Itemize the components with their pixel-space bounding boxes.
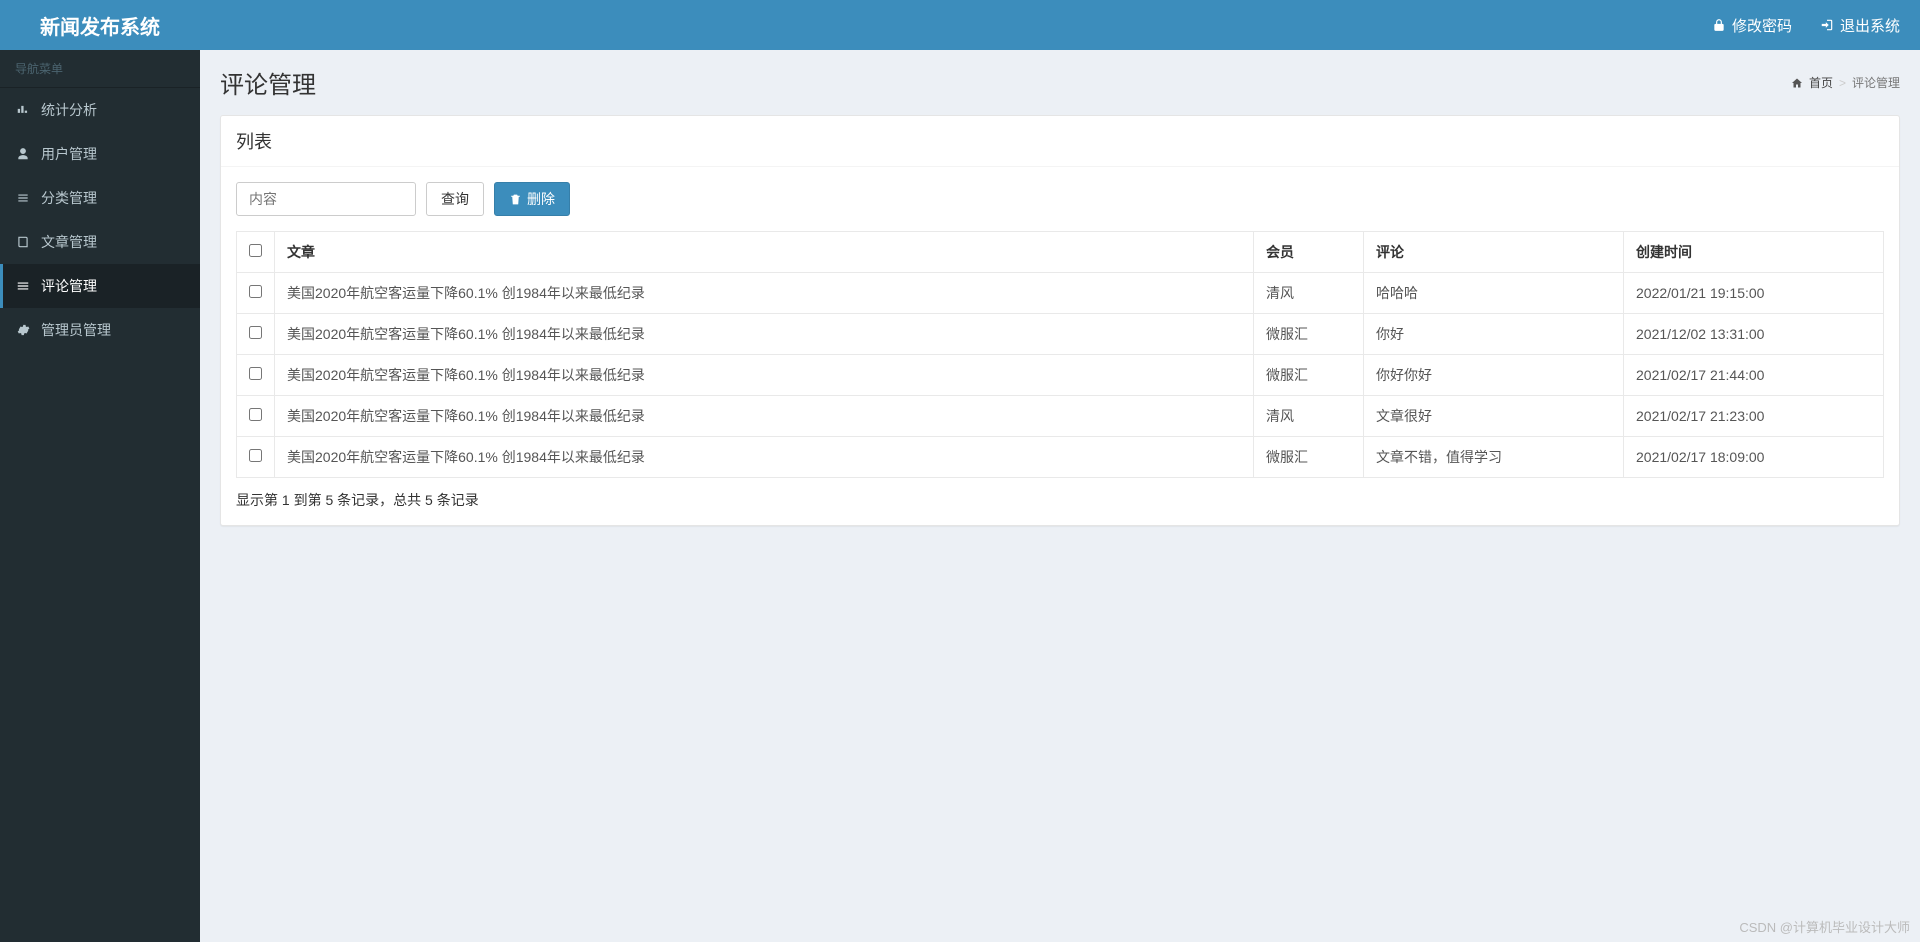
sidebar-item-label: 统计分析 xyxy=(41,100,97,120)
gear-icon xyxy=(15,323,31,337)
cell-member: 清风 xyxy=(1254,273,1364,314)
cell-created: 2021/02/17 21:44:00 xyxy=(1624,355,1884,396)
cell-article: 美国2020年航空客运量下降60.1% 创1984年以来最低纪录 xyxy=(275,273,1254,314)
change-password-link[interactable]: 修改密码 xyxy=(1712,15,1792,36)
sidebar-item-label: 分类管理 xyxy=(41,188,97,208)
cell-created: 2021/02/17 18:09:00 xyxy=(1624,437,1884,478)
brand-title: 新闻发布系统 xyxy=(0,0,200,50)
trash-icon xyxy=(509,193,522,206)
col-member: 会员 xyxy=(1254,232,1364,273)
select-all-header xyxy=(237,232,275,273)
cell-created: 2021/12/02 13:31:00 xyxy=(1624,314,1884,355)
content: 评论管理 首页 > 评论管理 列表 查询 xyxy=(200,50,1920,942)
cell-member: 微服汇 xyxy=(1254,437,1364,478)
sidebar-item-label: 管理员管理 xyxy=(41,320,111,340)
logout-label: 退出系统 xyxy=(1840,15,1900,36)
cell-member: 微服汇 xyxy=(1254,314,1364,355)
cell-comment: 文章很好 xyxy=(1364,396,1624,437)
row-check-cell xyxy=(237,314,275,355)
table-row: 美国2020年航空客运量下降60.1% 创1984年以来最低纪录清风哈哈哈202… xyxy=(237,273,1884,314)
cell-article: 美国2020年航空客运量下降60.1% 创1984年以来最低纪录 xyxy=(275,396,1254,437)
col-created: 创建时间 xyxy=(1624,232,1884,273)
search-input[interactable] xyxy=(236,182,416,216)
cell-comment: 你好你好 xyxy=(1364,355,1624,396)
breadcrumb-separator: > xyxy=(1839,76,1846,90)
cell-created: 2021/02/17 21:23:00 xyxy=(1624,396,1884,437)
book-icon xyxy=(15,235,31,249)
sidebar-item-label: 用户管理 xyxy=(41,144,97,164)
row-check-cell xyxy=(237,355,275,396)
sidebar-header: 导航菜单 xyxy=(0,50,200,88)
table-row: 美国2020年航空客运量下降60.1% 创1984年以来最低纪录微服汇文章不错，… xyxy=(237,437,1884,478)
cell-comment: 哈哈哈 xyxy=(1364,273,1624,314)
cell-article: 美国2020年航空客运量下降60.1% 创1984年以来最低纪录 xyxy=(275,314,1254,355)
topbar-right: 修改密码 退出系统 xyxy=(1712,15,1920,36)
delete-button[interactable]: 删除 xyxy=(494,182,570,216)
row-checkbox[interactable] xyxy=(249,408,262,421)
cell-article: 美国2020年航空客运量下降60.1% 创1984年以来最低纪录 xyxy=(275,355,1254,396)
row-checkbox[interactable] xyxy=(249,285,262,298)
cell-article: 美国2020年航空客运量下降60.1% 创1984年以来最低纪录 xyxy=(275,437,1254,478)
page-title: 评论管理 xyxy=(220,65,316,100)
delete-button-label: 删除 xyxy=(527,189,555,209)
breadcrumb: 首页 > 评论管理 xyxy=(1791,74,1900,91)
home-icon xyxy=(1791,77,1803,89)
sidebar-item-admins[interactable]: 管理员管理 xyxy=(0,308,200,352)
sidebar-item-statistics[interactable]: 统计分析 xyxy=(0,88,200,132)
row-check-cell xyxy=(237,437,275,478)
change-password-label: 修改密码 xyxy=(1732,15,1792,36)
cell-member: 微服汇 xyxy=(1254,355,1364,396)
topbar: 新闻发布系统 修改密码 退出系统 xyxy=(0,0,1920,50)
table-header-row: 文章 会员 评论 创建时间 xyxy=(237,232,1884,273)
sidebar: 导航菜单 统计分析 用户管理 分类管理 文章管理 xyxy=(0,50,200,942)
col-comment: 评论 xyxy=(1364,232,1624,273)
row-check-cell xyxy=(237,396,275,437)
content-header: 评论管理 首页 > 评论管理 xyxy=(220,65,1900,100)
table-info: 显示第 1 到第 5 条记录，总共 5 条记录 xyxy=(236,490,1884,510)
table-row: 美国2020年航空客运量下降60.1% 创1984年以来最低纪录微服汇你好202… xyxy=(237,314,1884,355)
cell-comment: 你好 xyxy=(1364,314,1624,355)
row-check-cell xyxy=(237,273,275,314)
sidebar-item-label: 文章管理 xyxy=(41,232,97,252)
col-article: 文章 xyxy=(275,232,1254,273)
row-checkbox[interactable] xyxy=(249,326,262,339)
sign-out-icon xyxy=(1820,18,1834,32)
menu-icon xyxy=(15,279,31,293)
bar-chart-icon xyxy=(15,103,31,117)
data-table: 文章 会员 评论 创建时间 美国2020年航空客运量下降60.1% 创1984年… xyxy=(236,231,1884,478)
user-icon xyxy=(15,147,31,161)
cell-created: 2022/01/21 19:15:00 xyxy=(1624,273,1884,314)
panel: 列表 查询 删除 xyxy=(220,115,1900,526)
table-row: 美国2020年航空客运量下降60.1% 创1984年以来最低纪录微服汇你好你好2… xyxy=(237,355,1884,396)
lock-icon xyxy=(1712,18,1726,32)
breadcrumb-current: 评论管理 xyxy=(1852,74,1900,91)
breadcrumb-home[interactable]: 首页 xyxy=(1809,74,1833,91)
cell-member: 清风 xyxy=(1254,396,1364,437)
logout-link[interactable]: 退出系统 xyxy=(1820,15,1900,36)
sidebar-item-articles[interactable]: 文章管理 xyxy=(0,220,200,264)
sidebar-item-categories[interactable]: 分类管理 xyxy=(0,176,200,220)
panel-body: 查询 删除 文章 xyxy=(221,167,1899,525)
row-checkbox[interactable] xyxy=(249,449,262,462)
table-row: 美国2020年航空客运量下降60.1% 创1984年以来最低纪录清风文章很好20… xyxy=(237,396,1884,437)
sidebar-item-comments[interactable]: 评论管理 xyxy=(0,264,200,308)
sidebar-item-label: 评论管理 xyxy=(41,276,97,296)
panel-header: 列表 xyxy=(221,116,1899,167)
row-checkbox[interactable] xyxy=(249,367,262,380)
cell-comment: 文章不错，值得学习 xyxy=(1364,437,1624,478)
list-icon xyxy=(15,191,31,205)
select-all-checkbox[interactable] xyxy=(249,244,262,257)
sidebar-item-users[interactable]: 用户管理 xyxy=(0,132,200,176)
search-button[interactable]: 查询 xyxy=(426,182,484,216)
watermark: CSDN @计算机毕业设计大师 xyxy=(1739,917,1910,936)
toolbar: 查询 删除 xyxy=(236,182,1884,216)
